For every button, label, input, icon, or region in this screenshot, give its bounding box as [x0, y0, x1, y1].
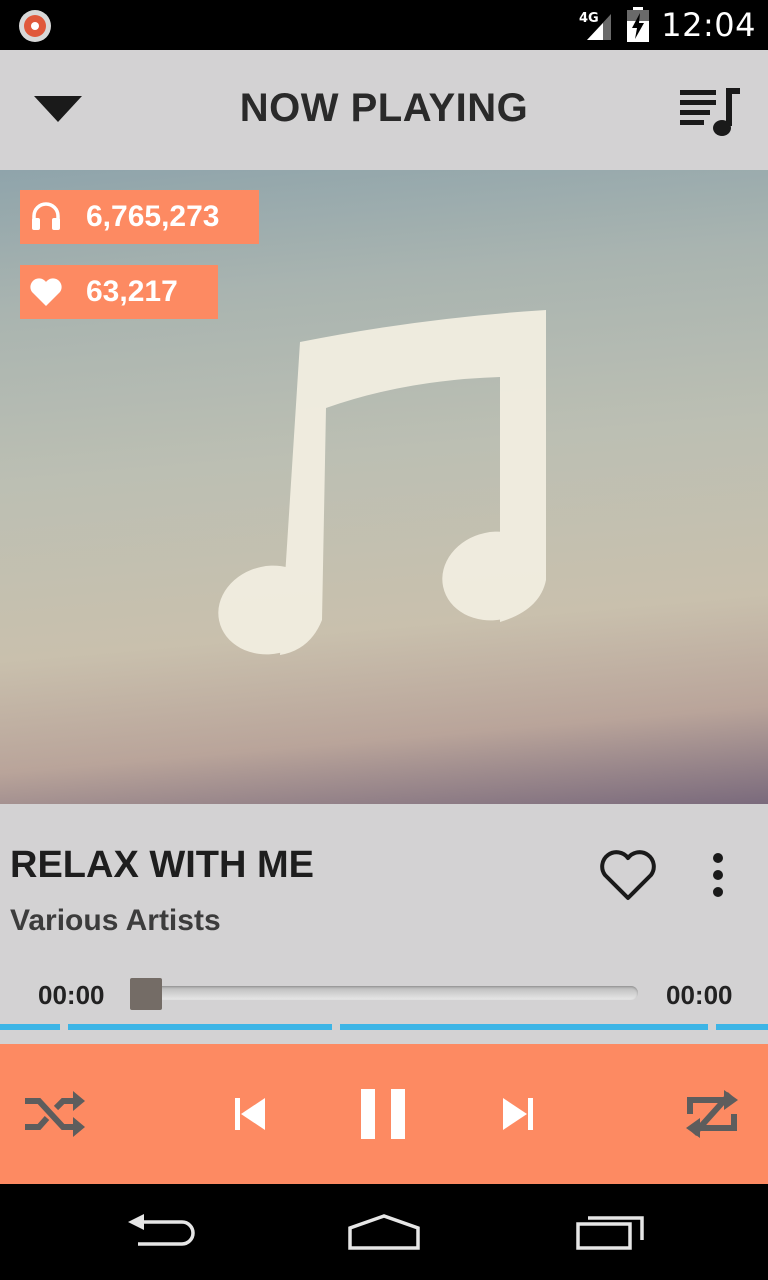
recents-button[interactable] — [570, 1208, 650, 1256]
recents-icon — [576, 1216, 644, 1250]
buffer-segment — [0, 1024, 60, 1030]
heart-icon — [29, 275, 63, 309]
heart-outline-icon[interactable] — [598, 848, 658, 902]
status-right: 4G 12:04 — [579, 6, 756, 44]
app-notification-icon — [19, 10, 51, 42]
shuffle-icon — [25, 1091, 85, 1137]
headphones-icon — [29, 200, 63, 234]
next-button[interactable] — [492, 1074, 546, 1154]
album-artwork: 6,765,273 63,217 — [0, 170, 768, 804]
page-title: NOW PLAYING — [239, 86, 529, 130]
buffer-segment — [68, 1024, 332, 1030]
track-title: RELAX WITH ME — [10, 844, 314, 886]
pause-icon — [361, 1089, 405, 1139]
network-type-label: 4G — [579, 11, 599, 26]
total-time: 00:00 — [666, 980, 733, 1010]
skip-next-icon — [503, 1098, 533, 1130]
buffer-segment — [716, 1024, 768, 1030]
seek-bar[interactable] — [146, 986, 638, 1000]
repeat-icon — [686, 1090, 738, 1138]
seek-thumb[interactable] — [130, 978, 162, 1010]
repeat-button[interactable] — [680, 1074, 744, 1154]
like-count: 63,217 — [86, 275, 178, 308]
skip-previous-icon — [235, 1098, 265, 1130]
music-note-icon — [218, 310, 546, 655]
home-icon — [348, 1214, 420, 1250]
more-vertical-icon[interactable] — [700, 848, 736, 902]
back-icon — [128, 1214, 195, 1246]
current-time: 00:00 — [38, 980, 105, 1010]
signal-icon: 4G — [579, 11, 612, 40]
app-bar: NOW PLAYING — [0, 50, 768, 170]
shuffle-button[interactable] — [22, 1074, 88, 1154]
buffer-segment — [340, 1024, 708, 1030]
playlist-icon[interactable] — [680, 86, 742, 138]
system-nav-bar — [0, 1184, 768, 1280]
battery-charging-icon — [627, 7, 650, 42]
pause-button[interactable] — [352, 1074, 416, 1154]
status-time: 12:04 — [661, 6, 756, 44]
previous-button[interactable] — [222, 1074, 276, 1154]
track-info-panel: RELAX WITH ME Various Artists 00:00 00:0… — [0, 804, 768, 1044]
play-count-badge: 6,765,273 — [20, 190, 259, 244]
like-count-badge: 63,217 — [20, 265, 218, 319]
track-artist: Various Artists — [10, 904, 221, 937]
back-button[interactable] — [120, 1208, 200, 1256]
play-count: 6,765,273 — [86, 200, 220, 233]
home-button[interactable] — [344, 1208, 424, 1256]
playback-controls — [0, 1044, 768, 1184]
status-bar: 4G 12:04 — [0, 0, 768, 50]
